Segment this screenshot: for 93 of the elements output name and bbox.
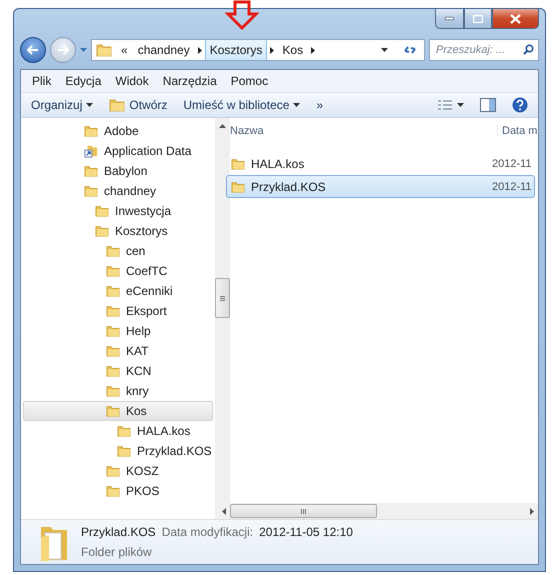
tree-item[interactable]: eCenniki: [23, 281, 213, 301]
tree-item[interactable]: HALA.kos: [23, 421, 213, 441]
search-icon: [523, 44, 534, 55]
folder-icon: [231, 180, 245, 194]
file-row[interactable]: Przyklad.KOS 2012-11: [226, 175, 535, 198]
chevron-icon[interactable]: [198, 46, 202, 54]
folder-icon: [106, 284, 120, 298]
tree-item[interactable]: CoefTC: [23, 261, 213, 281]
maximize-button[interactable]: [464, 9, 492, 29]
file-row[interactable]: HALA.kos 2012-11: [226, 152, 535, 175]
tree-item[interactable]: Adobe: [23, 121, 213, 141]
scroll-left-icon[interactable]: [222, 508, 226, 514]
caret-icon: [293, 103, 300, 107]
breadcrumb-overflow[interactable]: «: [116, 40, 133, 60]
folder-icon: [106, 304, 120, 318]
toolbar-button[interactable]: Organizuj: [31, 98, 94, 112]
tree-item[interactable]: KOSZ: [23, 461, 213, 481]
date-value: 2012-11-05 12:10: [259, 525, 353, 539]
folder-icon: [106, 484, 120, 498]
folder-icon: [106, 384, 120, 398]
breadcrumb[interactable]: Kos: [277, 40, 308, 60]
folder-icon: [95, 224, 109, 238]
folder-icon: [231, 156, 245, 170]
tree-item[interactable]: chandney: [23, 181, 213, 201]
vertical-scrollbar[interactable]: [214, 118, 230, 519]
date-label: Data modyfikacji:: [162, 525, 254, 539]
folder-icon: [106, 324, 120, 338]
folder-icon: [96, 42, 112, 58]
minimize-button[interactable]: [435, 9, 464, 29]
tree-item[interactable]: Kosztorys: [23, 221, 213, 241]
scroll-up-icon[interactable]: [218, 124, 226, 128]
chevron-icon[interactable]: [311, 46, 316, 54]
more-button[interactable]: »: [316, 98, 324, 112]
tree-item[interactable]: knry: [23, 381, 213, 401]
column-header[interactable]: Nazwa: [218, 125, 497, 137]
menu-item[interactable]: Plik: [27, 72, 56, 90]
close-button[interactable]: [492, 9, 539, 29]
tree-item[interactable]: Kos: [23, 401, 213, 421]
grip-icon: [220, 296, 225, 300]
tree-item[interactable]: KCN: [23, 361, 213, 381]
address-bar[interactable]: « chandney Kosztorys Kos: [91, 39, 425, 61]
help-icon[interactable]: [512, 97, 528, 113]
tree-item[interactable]: PKOS: [23, 481, 213, 501]
tree-item[interactable]: Inwestycja: [23, 201, 213, 221]
open-button[interactable]: Otwórz: [109, 97, 168, 113]
menu-item[interactable]: Widok: [110, 72, 154, 90]
menu-item[interactable]: Edycja: [60, 72, 106, 90]
folder-icon: [84, 164, 98, 178]
folder-icon: [117, 424, 131, 438]
folder-icon: [106, 464, 120, 478]
close-icon: [510, 14, 521, 24]
folder-icon: [106, 364, 120, 378]
file-name: Przyklad.KOS: [81, 525, 156, 539]
horizontal-scrollbar[interactable]: [218, 503, 538, 519]
folder-icon: [106, 244, 120, 258]
caret-icon: [381, 48, 388, 52]
file-type: Folder plików: [81, 545, 153, 559]
menu-item[interactable]: Pomoc: [226, 72, 274, 90]
back-arrow-icon: [27, 45, 39, 55]
scroll-right-icon[interactable]: [530, 508, 534, 514]
caret-icon[interactable]: [80, 48, 87, 52]
maximize-icon: [473, 14, 483, 22]
grip-icon: [300, 508, 306, 514]
folder-icon: [84, 124, 98, 138]
view-options-icon[interactable]: [438, 100, 464, 110]
minimize-icon: [445, 17, 454, 20]
breadcrumb[interactable]: Kosztorys: [204, 40, 268, 60]
tree-item[interactable]: Application Data: [23, 141, 213, 161]
caret-icon: [86, 103, 94, 107]
folder-icon: [109, 97, 126, 113]
toolbar-button[interactable]: Umieść w bibliotece: [183, 98, 300, 112]
tree-item[interactable]: Help: [23, 321, 213, 341]
chevron-icon[interactable]: [270, 46, 274, 54]
folder-icon: [106, 404, 120, 418]
tree-item[interactable]: Eksport: [23, 301, 213, 321]
search-field[interactable]: Przeszukaj: ...: [429, 39, 539, 61]
shortcut-folder-icon: [84, 144, 98, 158]
folder-icon: [84, 184, 98, 198]
folder-icon: [106, 264, 120, 278]
back-button[interactable]: [20, 37, 46, 63]
tree-item[interactable]: cen: [23, 241, 213, 261]
tree-item[interactable]: KAT: [23, 341, 213, 361]
arrow-icon: [225, 0, 259, 30]
folder-icon: [117, 444, 131, 458]
forward-arrow-icon: [57, 45, 69, 55]
tree-item[interactable]: Przyklad.KOS: [23, 441, 213, 461]
folder-icon: [95, 204, 109, 218]
column-header[interactable]: Data m: [497, 125, 538, 137]
breadcrumb[interactable]: chandney: [132, 40, 195, 60]
folder-icon: [106, 344, 120, 358]
tree-item[interactable]: Babylon: [23, 161, 213, 181]
preview-pane-icon[interactable]: [480, 98, 496, 112]
menu-item[interactable]: Narzędzia: [158, 72, 222, 90]
